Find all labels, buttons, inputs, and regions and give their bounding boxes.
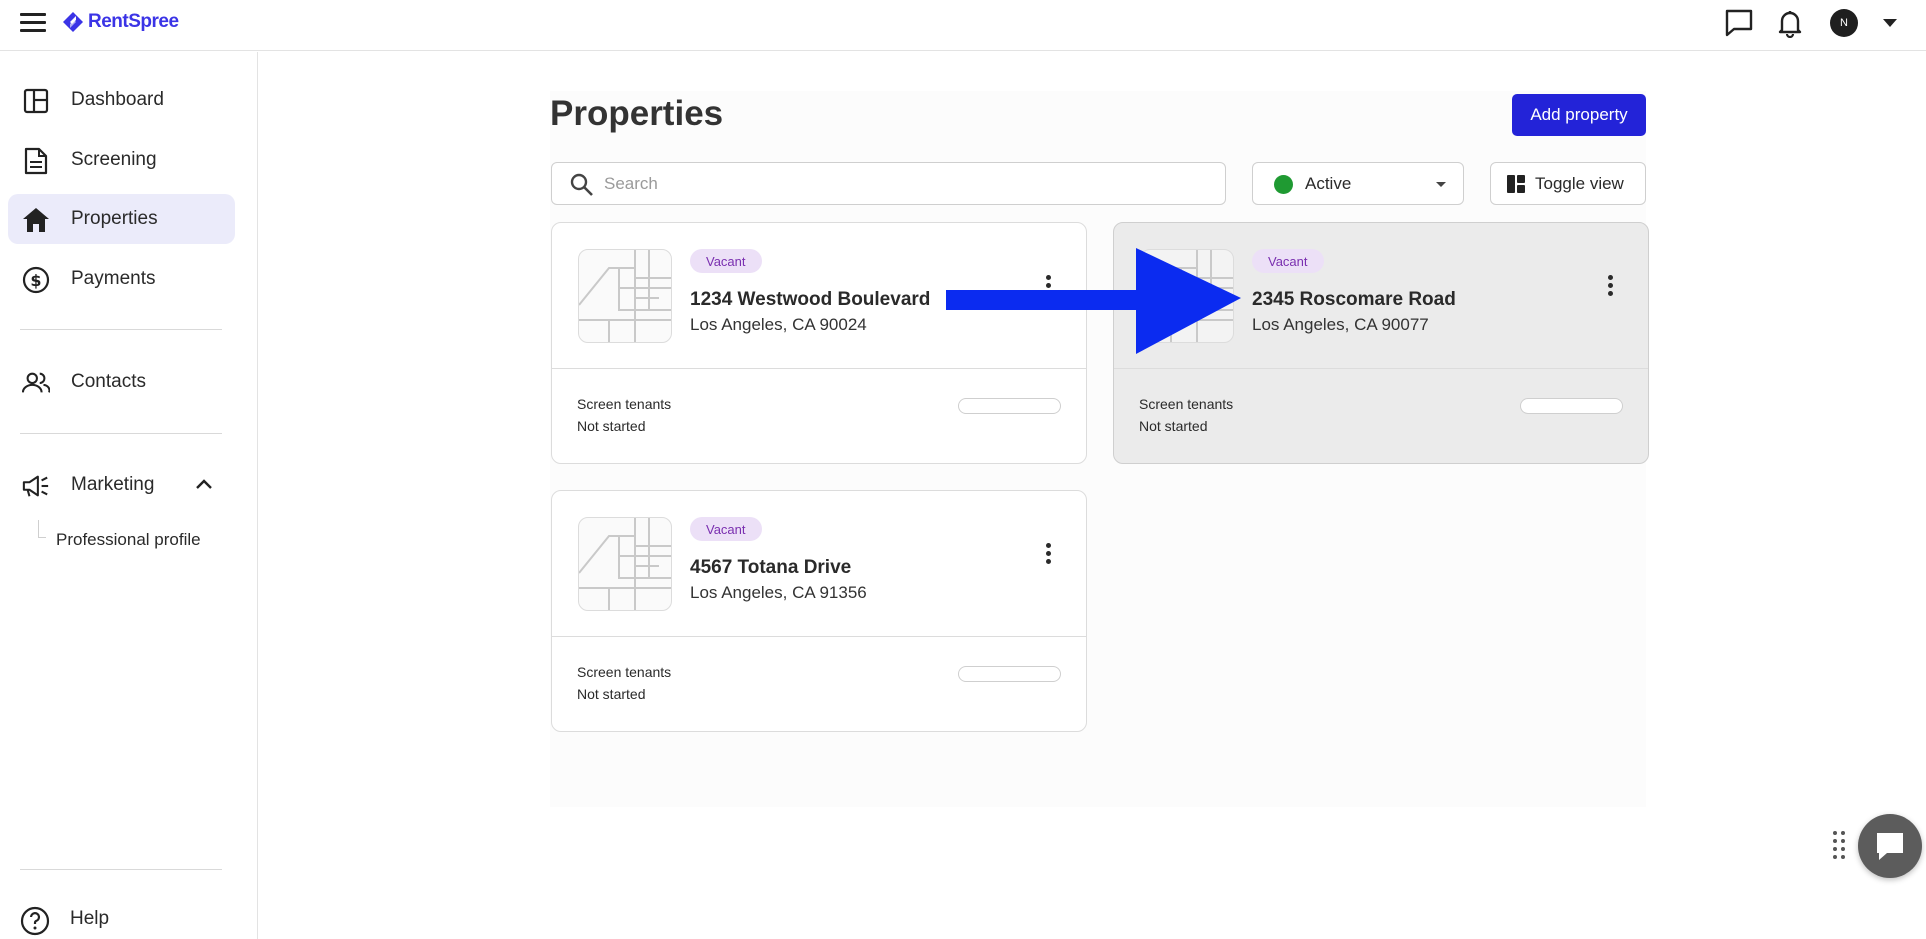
document-icon — [22, 147, 50, 175]
top-bar: RentSpree N — [0, 0, 1926, 51]
chat-bubble-icon — [1877, 833, 1903, 860]
status-filter-select[interactable]: Active — [1252, 162, 1464, 205]
arrow-annotation — [946, 248, 1241, 354]
message-icon[interactable] — [1722, 6, 1756, 40]
sidebar-divider — [20, 869, 222, 870]
sidebar-item-payments[interactable]: $ Payments — [8, 254, 235, 304]
chevron-down-icon[interactable] — [1880, 16, 1900, 30]
sidebar: Dashboard Screening Properties $ Payment… — [0, 52, 258, 939]
status-badge: Vacant — [690, 517, 762, 541]
hamburger-menu-icon[interactable] — [20, 11, 46, 33]
more-options-icon[interactable] — [1042, 541, 1056, 567]
screen-tenants-label: Screen tenants — [577, 396, 672, 412]
card-divider — [1114, 368, 1648, 369]
property-city: Los Angeles, CA 90024 — [690, 315, 867, 334]
sidebar-item-label: Dashboard — [71, 89, 164, 110]
people-icon — [22, 369, 50, 397]
card-divider — [552, 636, 1086, 637]
help-label: Help — [70, 908, 110, 929]
search-box — [551, 162, 1226, 205]
toggle-view-label: Toggle view — [1535, 174, 1624, 193]
screen-tenants-label: Screen tenants — [577, 664, 672, 680]
property-city: Los Angeles, CA 90077 — [1252, 315, 1429, 334]
sidebar-divider — [20, 329, 222, 330]
help-link[interactable]: Help — [20, 906, 109, 936]
status-badge: Vacant — [1252, 249, 1324, 273]
search-input[interactable] — [604, 173, 1204, 195]
sidebar-item-contacts[interactable]: Contacts — [8, 357, 235, 407]
layout-icon — [1507, 175, 1525, 193]
caret-down-icon — [1436, 182, 1446, 187]
progress-bar — [1520, 398, 1623, 414]
search-icon — [570, 173, 593, 196]
sidebar-item-marketing[interactable]: Marketing — [8, 460, 235, 510]
logo[interactable]: RentSpree — [62, 10, 179, 34]
question-circle-icon — [20, 906, 50, 936]
map-thumbnail — [578, 249, 672, 343]
progress-bar — [958, 666, 1061, 682]
property-city: Los Angeles, CA 91356 — [690, 583, 867, 602]
status-badge: Vacant — [690, 249, 762, 273]
status-dot — [1274, 175, 1293, 194]
property-address: 2345 Roscomare Road — [1252, 289, 1456, 310]
property-address: 4567 Totana Drive — [690, 557, 852, 578]
screen-tenants-status: Not started — [577, 418, 646, 434]
sidebar-divider — [20, 433, 222, 434]
sidebar-item-professional-profile[interactable]: Professional profile — [56, 530, 201, 550]
rentspree-logo-icon — [63, 12, 83, 32]
screen-tenants-label: Screen tenants — [1139, 396, 1234, 412]
bell-icon[interactable] — [1773, 6, 1807, 40]
chat-button[interactable] — [1858, 814, 1922, 878]
sidebar-item-dashboard[interactable]: Dashboard — [8, 75, 235, 125]
sidebar-item-label: Screening — [71, 149, 157, 170]
megaphone-icon — [22, 472, 50, 500]
sidebar-item-label: Payments — [71, 268, 156, 289]
home-icon — [22, 206, 50, 234]
dashboard-icon — [22, 87, 50, 115]
sidebar-item-properties[interactable]: Properties — [8, 194, 235, 244]
sidebar-item-label: Properties — [71, 208, 158, 229]
avatar[interactable]: N — [1830, 9, 1858, 37]
page-title: Properties — [550, 94, 724, 133]
status-filter-label: Active — [1305, 174, 1352, 193]
more-options-icon[interactable] — [1604, 273, 1618, 299]
screen-tenants-status: Not started — [1139, 418, 1208, 434]
card-divider — [552, 368, 1086, 369]
property-card[interactable]: Vacant 4567 Totana Drive Los Angeles, CA… — [551, 490, 1087, 732]
toggle-view-button[interactable]: Toggle view — [1490, 162, 1646, 205]
chevron-up-icon[interactable] — [195, 478, 213, 490]
sidebar-item-label: Marketing — [71, 474, 155, 495]
property-address: 1234 Westwood Boulevard — [690, 289, 931, 310]
screen-tenants-status: Not started — [577, 686, 646, 702]
map-thumbnail — [578, 517, 672, 611]
svg-text:$: $ — [30, 271, 41, 290]
sidebar-item-label: Contacts — [71, 371, 146, 392]
tree-connector — [38, 520, 46, 538]
drag-handle-icon[interactable] — [1832, 830, 1846, 864]
brand-name: RentSpree — [88, 11, 179, 32]
progress-bar — [958, 398, 1061, 414]
sidebar-item-screening[interactable]: Screening — [8, 135, 235, 185]
add-property-button[interactable]: Add property — [1512, 94, 1646, 136]
dollar-circle-icon: $ — [22, 266, 50, 294]
